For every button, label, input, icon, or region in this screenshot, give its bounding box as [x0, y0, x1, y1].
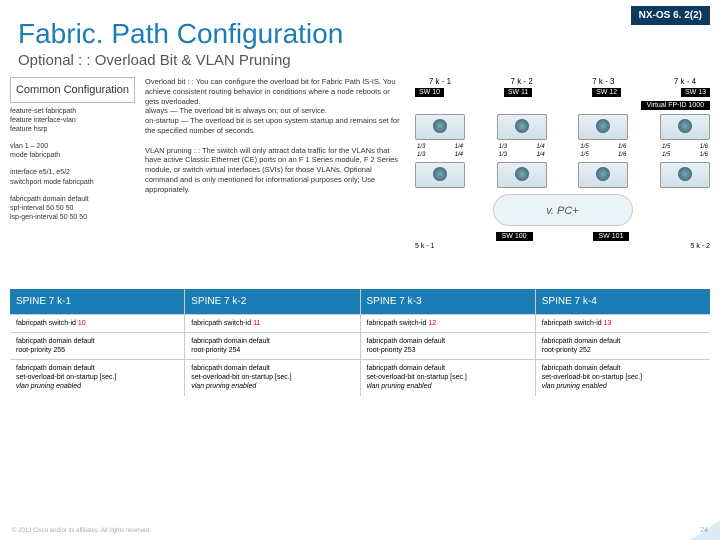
7k-label: 7 k - 3	[578, 77, 628, 86]
spine-cell: fabricpath domain default set-overload-b…	[185, 360, 359, 395]
7k-label: 7 k - 1	[415, 77, 465, 86]
bottom-5k-row: 5 k - 1 5 k - 2	[415, 243, 710, 250]
description-column: Overload bit : : You can configure the o…	[145, 77, 405, 277]
spine-cell: fabricpath domain default root-priority …	[536, 333, 710, 359]
config-block-1: feature-set fabricpath feature interface…	[10, 107, 135, 134]
main-content: Common Configuration feature-set fabricp…	[0, 77, 720, 277]
vfp-row: Virtual FP-ID 1000	[415, 99, 710, 110]
port-pair: 1/31/4	[415, 144, 465, 150]
port-pair: 1/51/6	[660, 152, 710, 158]
vpc-cloud: v. PC+	[493, 194, 633, 226]
spine-cell: fabricpath switch-id 10	[10, 315, 184, 332]
port-pair: 1/31/4	[497, 152, 547, 158]
spine-cell: fabricpath switch-id 12	[361, 315, 535, 332]
spine-cell: fabricpath domain default root-priority …	[10, 333, 184, 359]
spine-cell: fabricpath domain default set-overload-b…	[536, 360, 710, 395]
5k-label: 5 k - 2	[691, 243, 710, 250]
switch-icon	[660, 114, 710, 140]
7k-label: 7 k - 4	[660, 77, 710, 86]
config-block-2: vlan 1 – 200 mode fabricpath	[10, 142, 135, 160]
switch-icon	[578, 114, 628, 140]
version-badge: NX-OS 6. 2(2)	[631, 6, 710, 25]
overload-description: Overload bit : : You can configure the o…	[145, 77, 405, 136]
switch-icon	[660, 162, 710, 188]
7k-label: 7 k - 2	[497, 77, 547, 86]
overload-text: Overload bit : : You can configure the o…	[145, 77, 396, 106]
top-switch-row	[415, 114, 710, 140]
spine-cell: fabricpath domain default set-overload-b…	[10, 360, 184, 395]
sw-label: SW 100	[496, 232, 533, 241]
port-pair: 1/31/4	[497, 144, 547, 150]
slide-subtitle: Optional : : Overload Bit & VLAN Pruning	[0, 52, 720, 77]
switch-icon	[497, 162, 547, 188]
port-labels-bot: 1/31/4 1/31/4 1/51/6 1/51/6	[415, 152, 710, 158]
onstartup-text: on-startup — The overload bit is set upo…	[145, 116, 400, 135]
port-pair: 1/51/6	[660, 144, 710, 150]
sw-label: SW 11	[504, 88, 533, 97]
always-text: always — The overload bit is always on; …	[145, 106, 327, 115]
config-block-4: fabricpath domain default spf-interval 5…	[10, 195, 135, 222]
slide-title: Fabric. Path Configuration	[0, 0, 720, 52]
5k-label: 5 k - 1	[415, 243, 434, 250]
spine-cell: fabricpath switch-id 11	[185, 315, 359, 332]
sw-label: SW 101	[593, 232, 630, 241]
config-block-3: interface e5/1, e5/2 switchport mode fab…	[10, 168, 135, 186]
switch-icon	[578, 162, 628, 188]
spine-cell: fabricpath domain default root-priority …	[185, 333, 359, 359]
sw-label: SW 10	[415, 88, 444, 97]
diagram-column: 7 k - 1 7 k - 2 7 k - 3 7 k - 4 SW 10 SW…	[415, 77, 710, 277]
spine-cell: fabricpath switch-id 13	[536, 315, 710, 332]
top-7k-row: 7 k - 1 7 k - 2 7 k - 3 7 k - 4	[415, 77, 710, 86]
virtual-fpid-label: Virtual FP-ID 1000	[641, 101, 710, 110]
switch-icon	[497, 114, 547, 140]
switch-icon	[415, 114, 465, 140]
switch-icon	[415, 162, 465, 188]
copyright-footer: © 2013 Cisco and/or its affiliates. All …	[12, 528, 151, 534]
corner-accent-icon	[690, 520, 720, 540]
sw-label: SW 13	[681, 88, 710, 97]
spine-cell: fabricpath domain default set-overload-b…	[361, 360, 535, 395]
spine-header: SPINE 7 k-1	[10, 289, 184, 314]
port-pair: 1/51/6	[578, 152, 628, 158]
common-config-heading: Common Configuration	[10, 77, 135, 103]
port-labels-top: 1/31/4 1/31/4 1/51/6 1/51/6	[415, 144, 710, 150]
spine-header: SPINE 7 k-2	[185, 289, 359, 314]
port-pair: 1/31/4	[415, 152, 465, 158]
vlan-description: VLAN pruning : : The switch will only at…	[145, 146, 405, 195]
port-pair: 1/51/6	[578, 144, 628, 150]
sw-label: SW 12	[592, 88, 621, 97]
left-column: Common Configuration feature-set fabricp…	[10, 77, 135, 277]
mid-switch-row	[415, 162, 710, 188]
spine-cell: fabricpath domain default root-priority …	[361, 333, 535, 359]
spine-table: SPINE 7 k-1 SPINE 7 k-2 SPINE 7 k-3 SPIN…	[10, 289, 710, 396]
spine-header: SPINE 7 k-3	[361, 289, 535, 314]
bottom-sw-labels: SW 100 SW 101	[415, 232, 710, 241]
spine-header: SPINE 7 k-4	[536, 289, 710, 314]
sw-label-row: SW 10 SW 11 SW 12 SW 13	[415, 88, 710, 97]
